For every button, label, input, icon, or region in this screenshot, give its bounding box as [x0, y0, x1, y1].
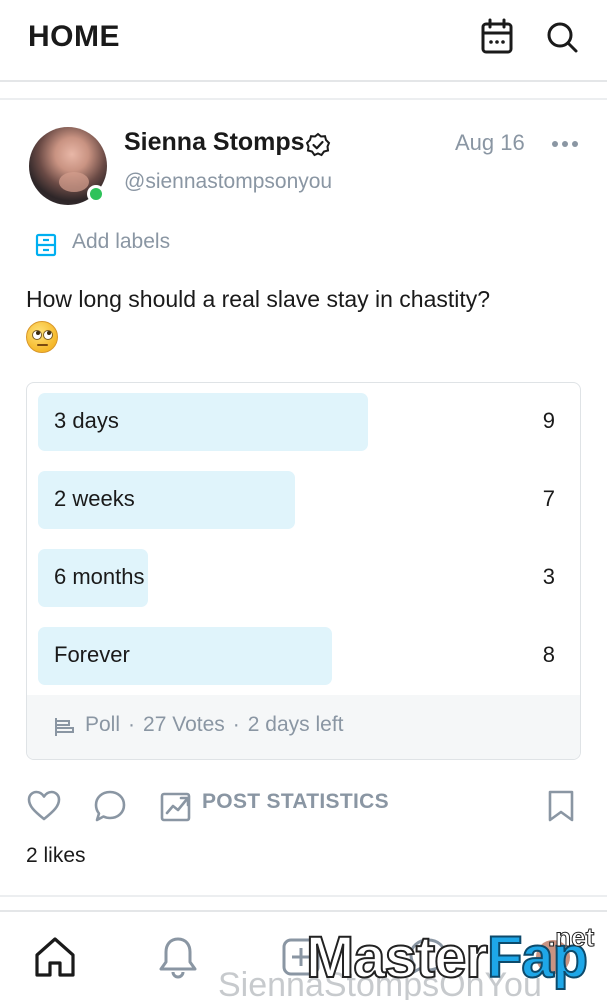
poll-time-left: 2 days left	[247, 713, 344, 736]
poll-option-count: 9	[542, 408, 555, 433]
post-statistics-icon[interactable]	[158, 788, 194, 824]
author-handle[interactable]: @siennastompsonyou	[124, 170, 332, 194]
poll-option-count: 3	[542, 564, 555, 589]
post-separator	[0, 895, 607, 897]
verified-badge-icon	[305, 132, 331, 158]
post-statistics-button[interactable]: POST STATISTICS	[202, 790, 389, 814]
post-actions: POST STATISTICS	[0, 784, 607, 828]
poll-option[interactable]: 6 months 3	[38, 549, 571, 607]
poll-option[interactable]: 2 weeks 7	[38, 471, 571, 529]
poll-option-count: 8	[542, 642, 555, 667]
post-text: How long should a real slave stay in cha…	[26, 282, 586, 353]
bell-icon[interactable]	[155, 934, 201, 980]
post-body-text: How long should a real slave stay in cha…	[26, 286, 491, 312]
poll-option-label: 2 weeks	[54, 486, 135, 511]
poll-icon	[53, 716, 75, 738]
online-status-dot	[87, 185, 105, 203]
more-options-icon[interactable]	[550, 134, 580, 154]
home-icon[interactable]	[32, 934, 78, 980]
poll-option-label: 6 months	[54, 564, 145, 589]
poll-type-label: Poll	[85, 713, 121, 736]
poll-option[interactable]: 3 days 9	[38, 393, 571, 451]
poll: 3 days 9 2 weeks 7 6 months 3 Forever 8	[26, 382, 581, 760]
likes-count[interactable]: 2 likes	[26, 844, 86, 868]
label-icon	[34, 232, 58, 258]
add-labels-label: Add labels	[72, 230, 171, 253]
search-icon[interactable]	[545, 18, 579, 56]
post-date: Aug 16	[455, 130, 525, 155]
poll-meta: Poll · 27 Votes · 2 days left	[85, 713, 344, 736]
poll-option-count: 7	[542, 486, 555, 511]
top-header: HOME	[0, 0, 607, 82]
avatar[interactable]	[29, 127, 107, 205]
poll-option-label: Forever	[54, 642, 130, 667]
watermark-logo: MasterFap	[305, 924, 589, 991]
bookmark-icon[interactable]	[543, 788, 579, 824]
comment-icon[interactable]	[92, 788, 128, 824]
poll-option[interactable]: Forever 8	[38, 627, 571, 685]
page-title: HOME	[28, 20, 120, 53]
watermark-logo-net: .net	[547, 922, 595, 953]
poll-footer: Poll · 27 Votes · 2 days left	[27, 695, 580, 759]
calendar-icon[interactable]	[480, 18, 514, 56]
feed-divider	[0, 84, 607, 100]
heart-icon[interactable]	[26, 788, 62, 824]
poll-option-label: 3 days	[54, 408, 119, 433]
rolling-eyes-emoji-icon	[26, 320, 58, 353]
poll-votes-total: 27 Votes	[143, 713, 225, 736]
author-name[interactable]: Sienna Stomps	[124, 128, 305, 157]
